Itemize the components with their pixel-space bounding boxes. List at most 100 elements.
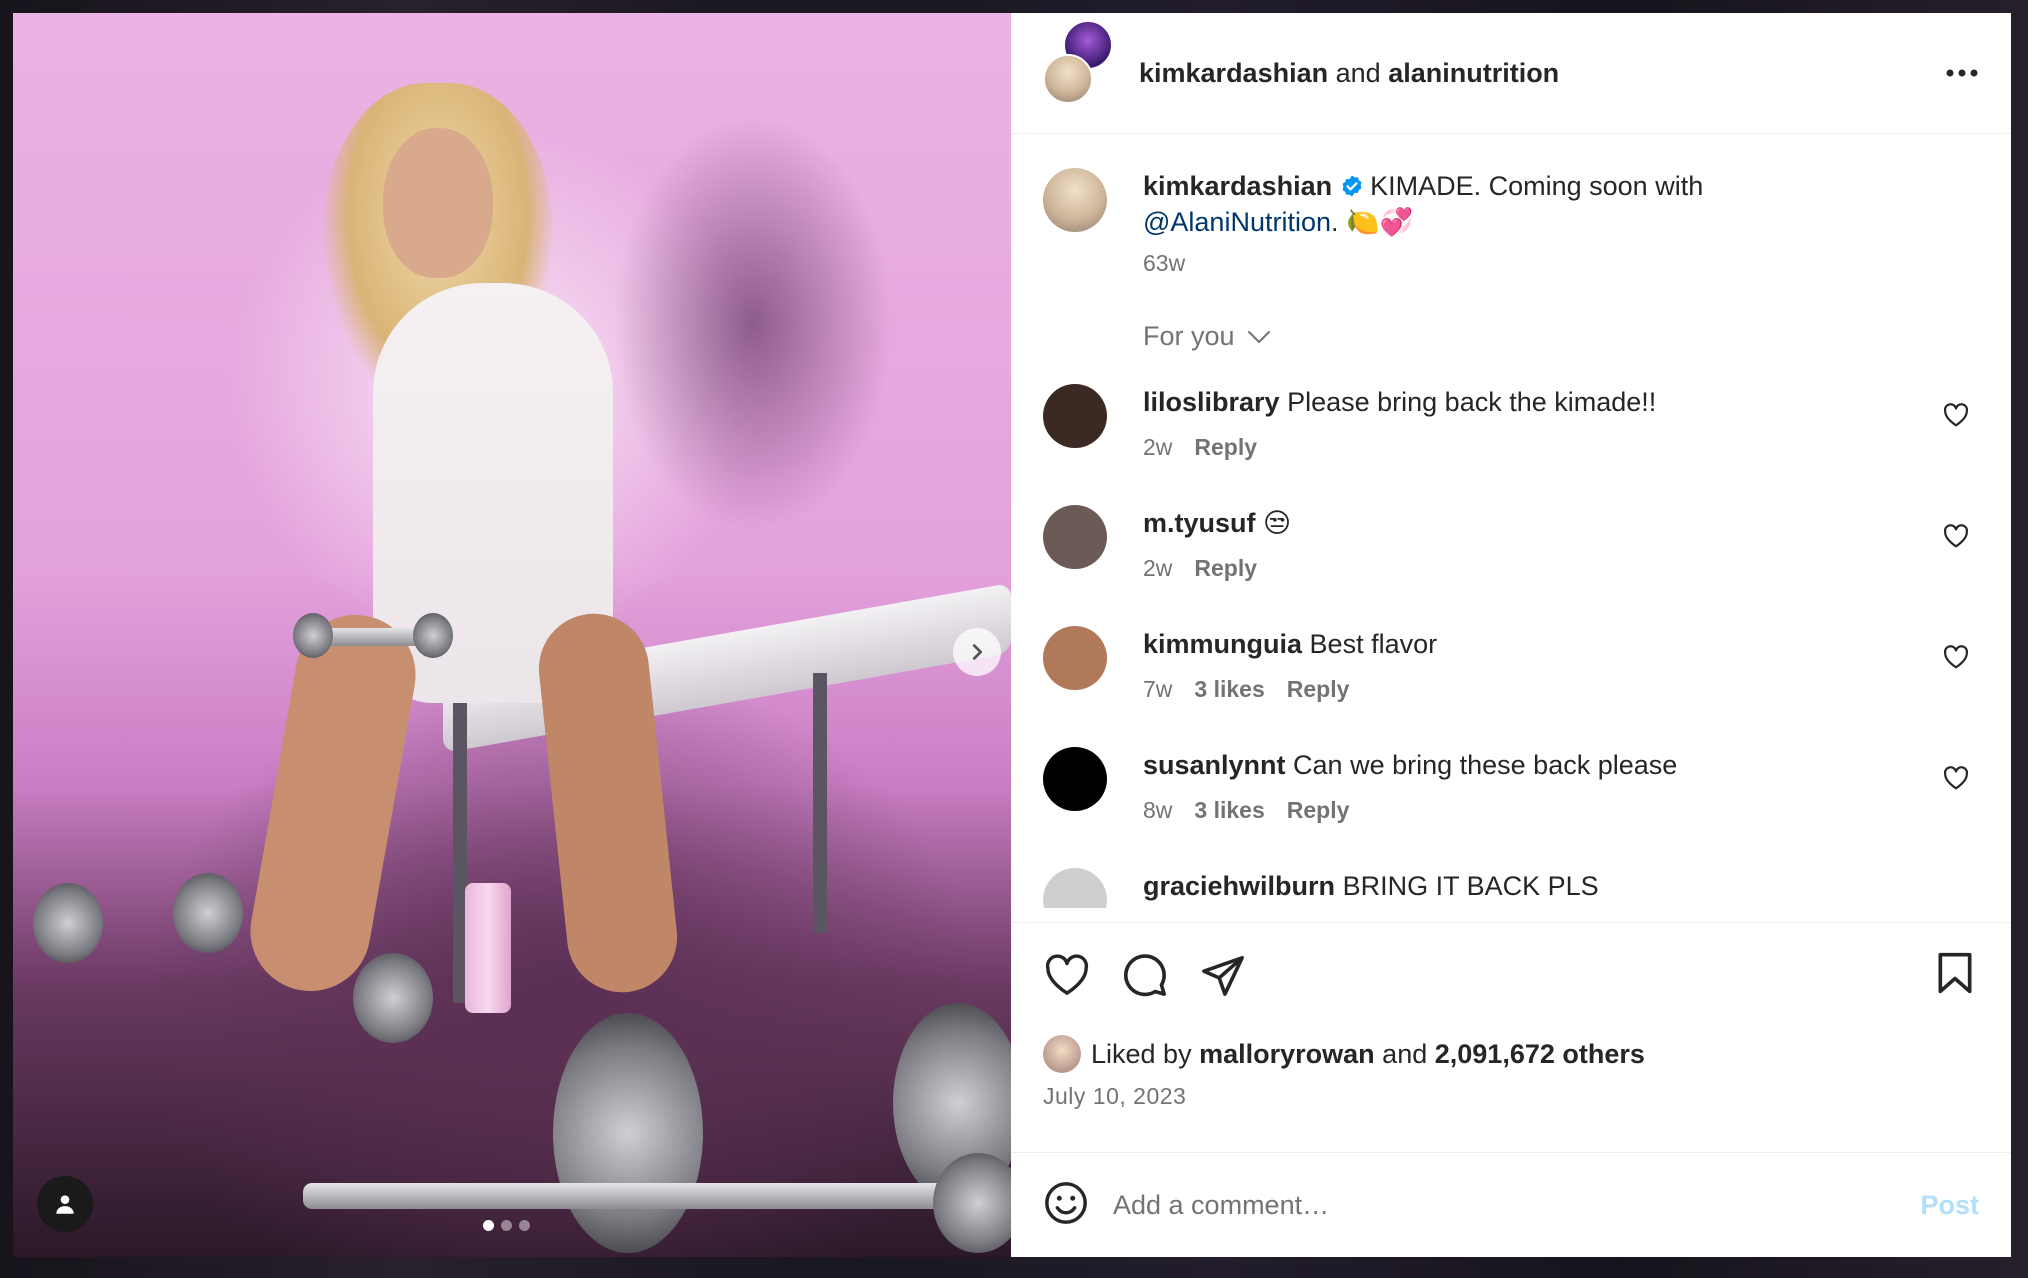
comment-like-icon[interactable] xyxy=(1943,402,1969,428)
post-details-panel: kimkardashian and alaninutrition kimkard… xyxy=(1011,13,2011,1257)
comment-body: Please bring back the kimade!! xyxy=(1287,387,1657,417)
comment-button[interactable] xyxy=(1121,951,1169,999)
comment-sort-label: For you xyxy=(1143,321,1235,351)
comment-time[interactable]: 2w xyxy=(1143,434,1172,460)
comment-content: liloslibrary Please bring back the kimad… xyxy=(1143,384,1656,461)
comment-content: m.tyusuf 😒 2w Reply xyxy=(1143,505,1291,582)
comment-text: kimmunguia Best flavor xyxy=(1143,626,1437,662)
likes-summary: Liked by malloryrowan and 2,091,672 othe… xyxy=(1043,1035,1979,1073)
comment-item: m.tyusuf 😒 2w Reply xyxy=(1043,505,1979,582)
photo-bench-leg xyxy=(813,673,827,933)
likes-prefix: Liked by xyxy=(1091,1038,1192,1069)
share-icon xyxy=(1202,956,1244,996)
comment-item: liloslibrary Please bring back the kimad… xyxy=(1043,384,1979,461)
liked-by-user[interactable]: malloryrowan xyxy=(1199,1039,1375,1070)
comment-username[interactable]: liloslibrary xyxy=(1143,387,1280,417)
post-caption: kimkardashian KIMADE. Coming soon with @A… xyxy=(1043,168,1979,277)
comment-icon xyxy=(1124,954,1166,997)
comment-thread: liloslibrary Please bring back the kimad… xyxy=(1043,384,1979,908)
comment-text: graciehwilburn BRING IT BACK PLS xyxy=(1143,868,1599,904)
comment-content: kimmunguia Best flavor 7w 3 likes Reply xyxy=(1143,626,1437,703)
action-icons xyxy=(1043,949,1979,1001)
emoji-button[interactable] xyxy=(1043,1180,1089,1231)
reply-button[interactable]: Reply xyxy=(1194,555,1257,581)
share-button[interactable] xyxy=(1199,951,1247,999)
comment-time[interactable]: 7w xyxy=(1143,676,1172,702)
comment-meta: 2w Reply xyxy=(1143,555,1291,582)
photo-shadow xyxy=(613,113,893,533)
avatar[interactable] xyxy=(1043,54,1093,104)
comments-list[interactable]: kimkardashian KIMADE. Coming soon with @A… xyxy=(1011,134,2011,922)
like-button[interactable] xyxy=(1043,951,1091,999)
chevron-down-icon xyxy=(1247,330,1270,343)
author-conjunction: and xyxy=(1335,57,1381,88)
comment-body: 😒 xyxy=(1263,508,1292,538)
comment-body: BRING IT BACK PLS xyxy=(1342,871,1599,901)
post-actions: Liked by malloryrowan and 2,091,672 othe… xyxy=(1011,922,2011,1152)
avatar[interactable] xyxy=(1043,747,1107,811)
carousel-dots xyxy=(483,1220,530,1231)
caption-time[interactable]: 63w xyxy=(1143,250,1803,277)
post-date[interactable]: July 10, 2023 xyxy=(1043,1083,1979,1110)
avatar[interactable] xyxy=(1043,868,1107,908)
comment-content: susanlynnt Can we bring these back pleas… xyxy=(1143,747,1677,824)
comment-username[interactable]: susanlynnt xyxy=(1143,750,1286,780)
carousel-dot xyxy=(501,1220,512,1231)
emoji-icon xyxy=(1045,1181,1087,1224)
chevron-right-icon xyxy=(972,644,983,660)
caption-mention[interactable]: @AlaniNutrition xyxy=(1143,207,1331,237)
author-link[interactable]: kimkardashian xyxy=(1139,58,1328,88)
comment-meta: 8w 3 likes Reply xyxy=(1143,797,1677,824)
post-modal: kimkardashian and alaninutrition kimkard… xyxy=(13,13,2011,1257)
avatar[interactable] xyxy=(1043,626,1107,690)
post-authors: kimkardashian and alaninutrition xyxy=(1139,58,1559,89)
avatar[interactable] xyxy=(1043,384,1107,448)
comment-username[interactable]: kimmunguia xyxy=(1143,629,1302,659)
comment-like-icon[interactable] xyxy=(1943,644,1969,670)
comment-like-icon[interactable] xyxy=(1943,765,1969,791)
comment-time[interactable]: 8w xyxy=(1143,797,1172,823)
reply-button[interactable]: Reply xyxy=(1287,797,1350,823)
next-photo-button[interactable] xyxy=(953,628,1001,676)
photo-barbell xyxy=(303,1183,1003,1209)
more-icon xyxy=(1946,69,1978,77)
avatar[interactable] xyxy=(1043,1035,1081,1073)
photo-plate xyxy=(553,1013,703,1253)
tagged-users-button[interactable] xyxy=(37,1176,93,1232)
reply-button[interactable]: Reply xyxy=(1287,676,1350,702)
photo-can xyxy=(465,883,511,1013)
comment-time[interactable]: 2w xyxy=(1143,555,1172,581)
post-header: kimkardashian and alaninutrition xyxy=(1011,13,2011,134)
collab-avatars[interactable] xyxy=(1043,20,1113,106)
author-link[interactable]: alaninutrition xyxy=(1388,58,1559,88)
comment-username[interactable]: m.tyusuf xyxy=(1143,508,1256,538)
post-comment-button[interactable]: Post xyxy=(1920,1190,1979,1221)
comment-item: kimmunguia Best flavor 7w 3 likes Reply xyxy=(1043,626,1979,703)
photo-dumbbell xyxy=(293,613,333,658)
more-options-button[interactable] xyxy=(1945,57,1979,78)
comment-sort-dropdown[interactable]: For you xyxy=(1143,321,1979,352)
reply-button[interactable]: Reply xyxy=(1194,434,1257,460)
photo-plate xyxy=(933,1153,1011,1253)
save-button[interactable] xyxy=(1931,949,1979,997)
photo-dumbbell xyxy=(413,613,453,658)
photo-dumbbell xyxy=(353,953,433,1043)
avatar[interactable] xyxy=(1043,168,1107,232)
comment-likes[interactable]: 3 likes xyxy=(1194,797,1264,823)
caption-username[interactable]: kimkardashian xyxy=(1143,171,1332,201)
comment-text: liloslibrary Please bring back the kimad… xyxy=(1143,384,1656,420)
caption-suffix: . 🍋💞 xyxy=(1331,207,1414,237)
comment-like-icon[interactable] xyxy=(1943,523,1969,549)
comment-likes[interactable]: 3 likes xyxy=(1194,676,1264,702)
comment-text: m.tyusuf 😒 xyxy=(1143,505,1291,541)
comment-input[interactable] xyxy=(1113,1189,1921,1221)
carousel-dot xyxy=(483,1220,494,1231)
comment-username[interactable]: graciehwilburn xyxy=(1143,871,1335,901)
photo-figure-leg xyxy=(240,605,426,1001)
photo-dumbbell xyxy=(33,883,103,963)
bookmark-icon xyxy=(1938,952,1972,994)
post-photo[interactable] xyxy=(13,13,1011,1257)
avatar[interactable] xyxy=(1043,505,1107,569)
likes-count[interactable]: 2,091,672 others xyxy=(1435,1039,1645,1070)
comment-item: susanlynnt Can we bring these back pleas… xyxy=(1043,747,1979,824)
